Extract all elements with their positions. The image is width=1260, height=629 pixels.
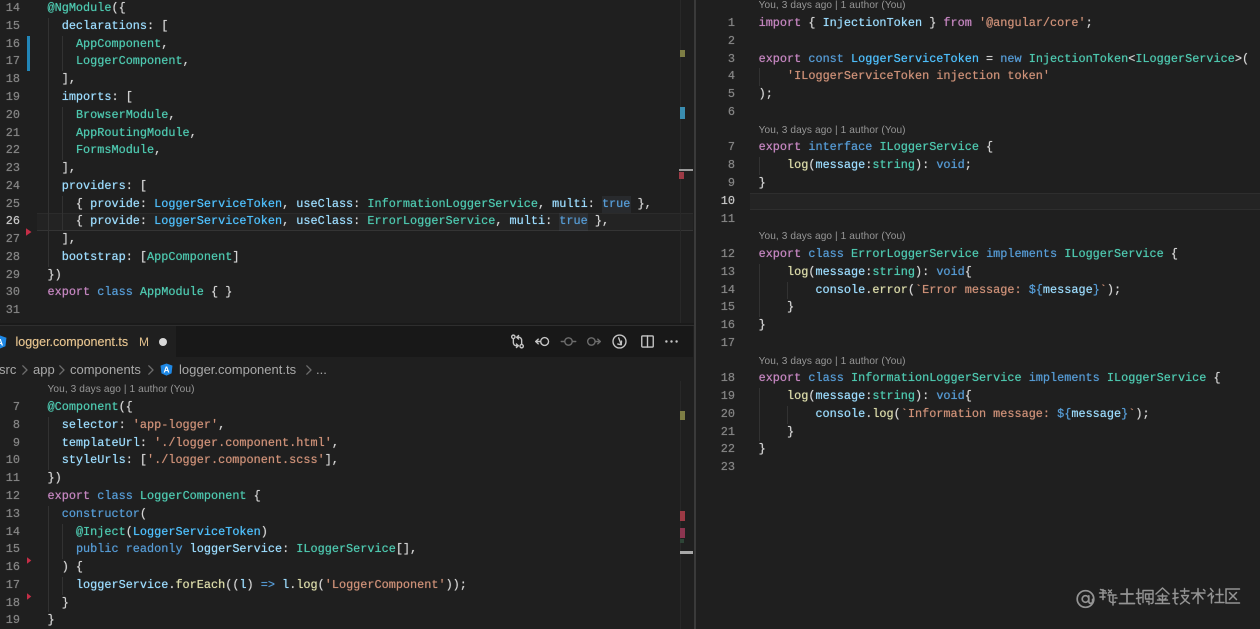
svg-text:A: A xyxy=(163,365,169,375)
svg-text:A: A xyxy=(0,337,4,347)
